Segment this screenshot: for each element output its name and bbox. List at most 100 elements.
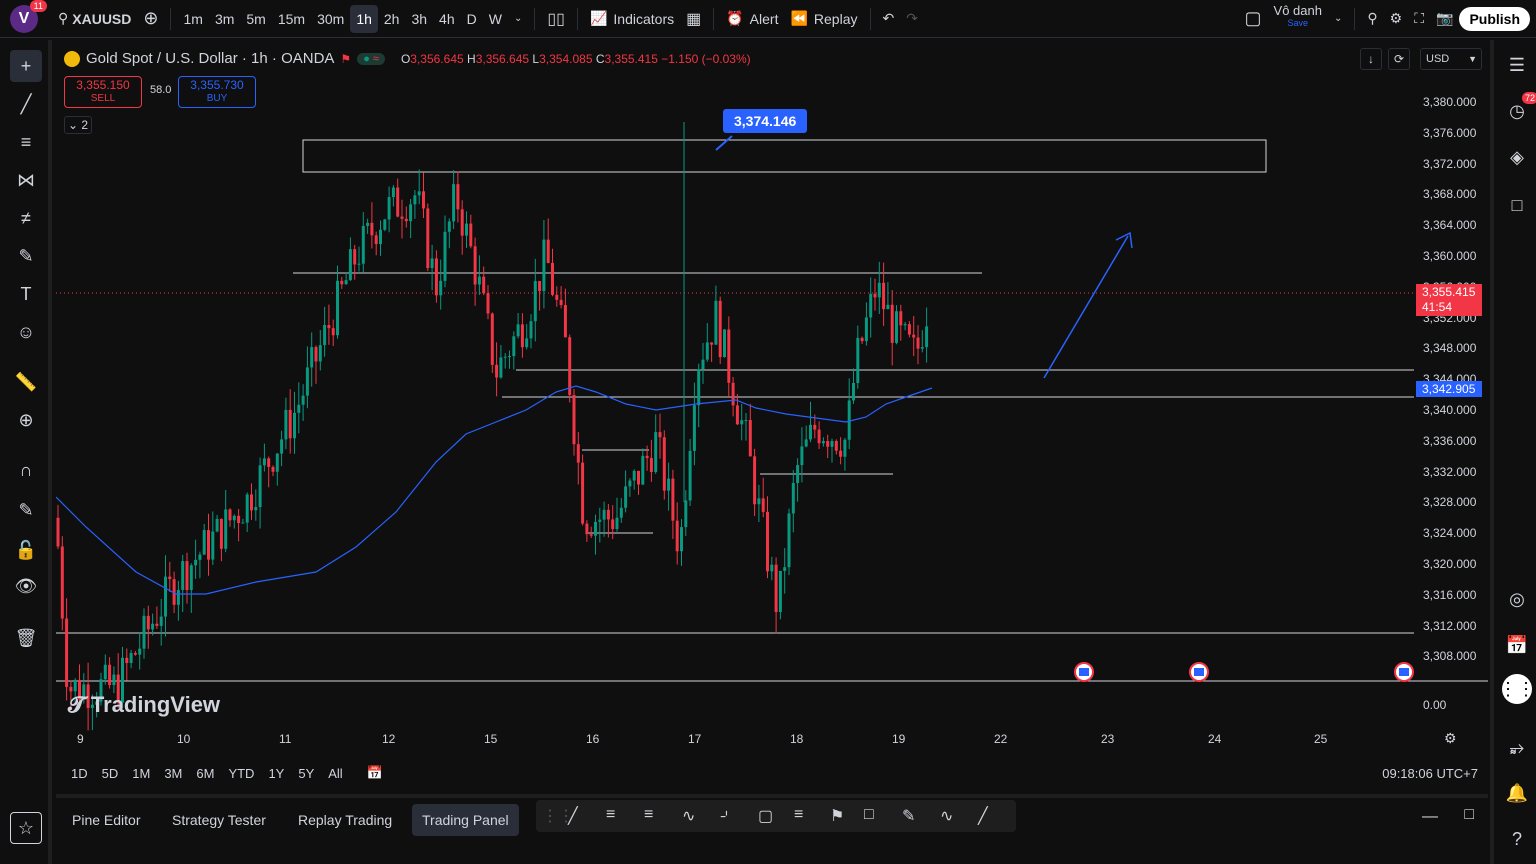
crosshair-icon[interactable]: + (10, 50, 42, 82)
timeframe-dropdown-icon[interactable]: ⌄ (508, 4, 528, 34)
path-tool-icon[interactable]: ∿ (940, 806, 953, 826)
horizontal-lines-icon[interactable]: ≡ (10, 126, 42, 158)
timeframe-1h[interactable]: 1h (350, 4, 378, 33)
user-avatar[interactable]: V 11 (10, 0, 47, 33)
target-icon[interactable]: ◎ (1502, 584, 1532, 614)
settings-gear-icon[interactable]: ⚙ (1384, 4, 1409, 34)
watchlist-icon[interactable]: ☰ (1502, 50, 1532, 80)
lock-icon[interactable]: 🔓 (10, 534, 42, 566)
stay-in-drawing-mode-icon[interactable]: ✎ (10, 494, 42, 526)
alerts-clock-icon[interactable]: ◷ 72 (1502, 92, 1536, 126)
undo-icon[interactable]: ↶ (877, 4, 901, 34)
brush-tool-icon[interactable]: ✎ (902, 806, 915, 826)
chart-settings-icon[interactable]: ⚙ (1444, 730, 1457, 747)
compare-add-icon[interactable]: ⊕ (137, 4, 164, 34)
timeframe-5m[interactable]: 5m (240, 5, 271, 33)
sell-button[interactable]: 3,355.150 SELL (64, 76, 142, 108)
fib-retracement-icon[interactable]: ≠ (10, 202, 42, 234)
camera-icon[interactable]: 📷 (1430, 4, 1459, 34)
zoom-in-icon[interactable]: ⊕ (10, 404, 42, 436)
apps-grid-icon[interactable]: ⋮⋮ (1499, 674, 1535, 704)
parallel-channel-icon[interactable]: ≡ (606, 806, 615, 824)
range-1m[interactable]: 1M (125, 766, 157, 781)
callout-icon[interactable]: □ (864, 806, 874, 824)
position-tool-icon[interactable]: ⚑ (830, 806, 844, 826)
layouts-icon[interactable]: ▦ (680, 4, 707, 34)
chart-pane[interactable]: Gold Spot / U.S. Dollar · 1h · OANDA ⚑ ●… (56, 42, 1488, 790)
layout-checkbox-icon[interactable]: ▢ (1239, 4, 1268, 34)
timeframe-W[interactable]: W (483, 5, 508, 33)
scroll-down-icon[interactable]: ↓ (1360, 48, 1382, 70)
timeframe-1m[interactable]: 1m (177, 5, 208, 33)
candle-type-icon[interactable]: ▯▯ (541, 4, 571, 34)
layout-name-button[interactable]: Vô danh Save (1268, 4, 1328, 34)
indicators-button[interactable]: 📈 Indicators (584, 4, 680, 34)
candle-body (817, 429, 821, 444)
trash-icon[interactable]: 🗑 (10, 622, 42, 654)
redo-icon[interactable]: ↷ (900, 4, 924, 34)
eye-icon[interactable]: 👁 (10, 570, 42, 602)
help-icon[interactable]: ? (1502, 824, 1532, 854)
symbol-title[interactable]: Gold Spot / U.S. Dollar · 1h · OANDA (86, 50, 334, 67)
maximize-panel-icon[interactable]: □ (1464, 806, 1474, 824)
broadcast-icon[interactable]: ⥵ (1502, 732, 1532, 762)
fib-tool-icon[interactable]: ≡ (794, 806, 803, 824)
alert-button[interactable]: ⏰ Alert (720, 4, 784, 34)
text-tool-icon[interactable]: T (10, 278, 42, 310)
timeframe-30m[interactable]: 30m (311, 5, 350, 33)
tab-pine-editor[interactable]: Pine Editor (62, 804, 150, 836)
market-status-icon[interactable]: ● ≈ (357, 52, 385, 65)
range-all[interactable]: All (321, 766, 349, 781)
currency-select[interactable]: USD ▼ (1420, 48, 1482, 70)
chart-canvas[interactable] (56, 42, 1488, 790)
measure-tool-icon[interactable]: ╱ (978, 806, 988, 826)
timeframe-D[interactable]: D (461, 5, 483, 33)
indicator-collapse-button[interactable]: ⌄ 2 (64, 116, 92, 134)
calendar-icon[interactable]: 📅 (1502, 630, 1532, 660)
pitchfork-icon[interactable]: ≡ (644, 806, 653, 824)
elliott-wave-icon[interactable]: ∿ (682, 806, 695, 826)
timeframe-4h[interactable]: 4h (433, 5, 461, 33)
tab-replay-trading[interactable]: Replay Trading (288, 804, 402, 836)
layers-icon[interactable]: ◈ (1502, 142, 1532, 172)
range-ytd[interactable]: YTD (221, 766, 261, 781)
range-1y[interactable]: 1Y (261, 766, 291, 781)
flag-icon[interactable]: ⚑ (340, 52, 351, 66)
trend-line-icon[interactable]: ╱ (10, 88, 42, 120)
minimize-panel-icon[interactable]: — (1422, 808, 1438, 826)
layout-dropdown-icon[interactable]: ⌄ (1328, 4, 1348, 34)
range-5y[interactable]: 5Y (291, 766, 321, 781)
buy-button[interactable]: 3,355.730 BUY (178, 76, 256, 108)
sync-icon[interactable]: ⟳ (1388, 48, 1410, 70)
range-5d[interactable]: 5D (95, 766, 126, 781)
bell-icon[interactable]: 🔔 (1502, 778, 1532, 808)
date-range-calendar-icon[interactable]: 📅 (360, 765, 390, 781)
chat-icon[interactable]: □ (1502, 190, 1532, 220)
brush-icon[interactable]: ✎ (10, 240, 42, 272)
emoji-icon[interactable]: ☺ (10, 316, 42, 348)
magnet-icon[interactable]: ∩ (10, 454, 42, 486)
pattern-icon[interactable]: ⋈ (10, 164, 42, 196)
fullscreen-icon[interactable]: ⛶ (1408, 4, 1430, 34)
quick-search-icon[interactable]: ⚲ (1361, 4, 1383, 34)
favorites-star-icon[interactable]: ☆ (10, 812, 42, 844)
timeframe-3m[interactable]: 3m (209, 5, 240, 33)
symbol-search[interactable]: ⚲ XAUUSD (52, 4, 137, 34)
range-1d[interactable]: 1D (64, 766, 95, 781)
clock-timezone[interactable]: 09:18:06 UTC+7 (1382, 766, 1478, 781)
timeframe-3h[interactable]: 3h (405, 5, 433, 33)
tab-trading-panel[interactable]: Trading Panel (412, 804, 519, 836)
timeframe-15m[interactable]: 15m (272, 5, 311, 33)
tab-strategy-tester[interactable]: Strategy Tester (162, 804, 276, 836)
rectangle-tool-icon[interactable]: ▢ (758, 806, 773, 826)
price-annotation[interactable]: 3,374.146 (723, 109, 808, 133)
publish-button[interactable]: Publish (1459, 6, 1530, 31)
line-tool-icon[interactable]: ╱ (568, 806, 578, 826)
candle-body (60, 546, 64, 619)
range-6m[interactable]: 6M (189, 766, 221, 781)
timeframe-2h[interactable]: 2h (378, 5, 406, 33)
range-3m[interactable]: 3M (157, 766, 189, 781)
curve-tool-icon[interactable]: ⌏ (720, 806, 733, 826)
replay-button[interactable]: ⏪ Replay (784, 4, 863, 34)
ruler-icon[interactable]: 📏 (10, 366, 42, 398)
